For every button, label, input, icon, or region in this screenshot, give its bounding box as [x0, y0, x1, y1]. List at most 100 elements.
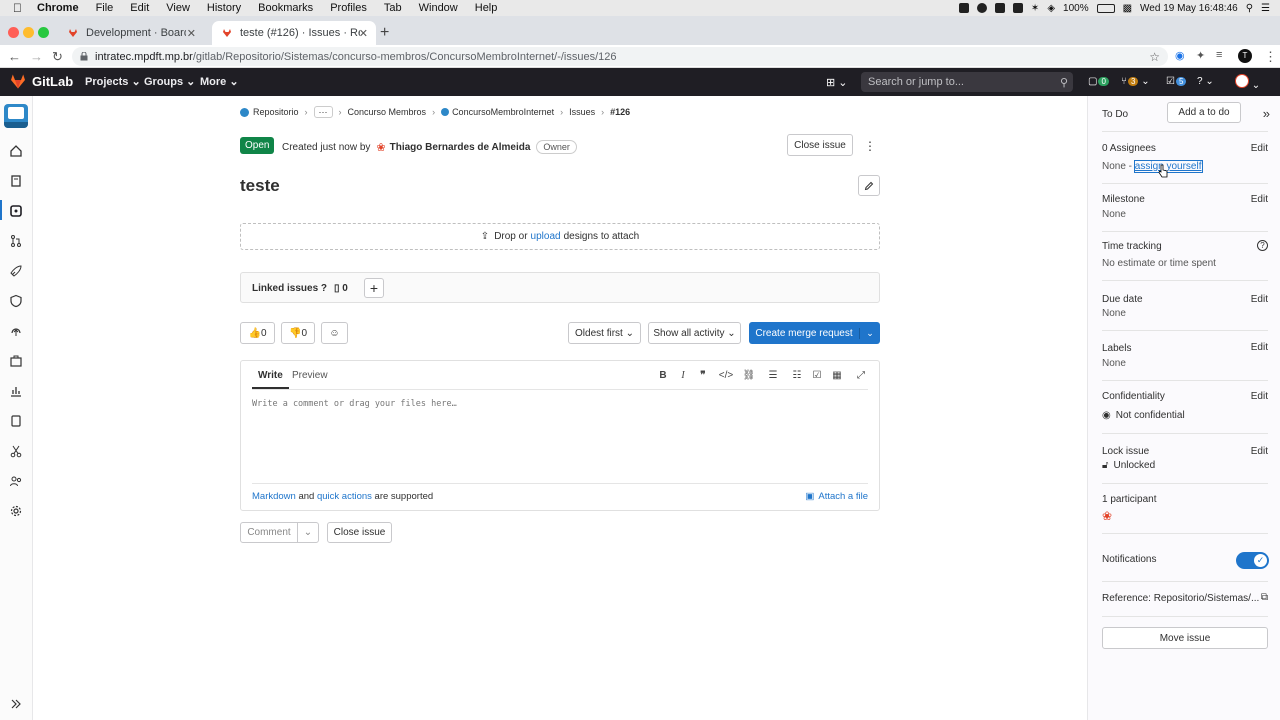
quick-actions-link[interactable]: quick actions — [317, 491, 372, 502]
code-icon[interactable]: </> — [713, 370, 739, 381]
more-actions-icon[interactable]: ⋮ — [864, 139, 876, 153]
settings-gear-icon[interactable] — [9, 504, 23, 518]
security-shield-icon[interactable] — [9, 294, 23, 308]
fullscreen-icon[interactable]: ⤢ — [847, 370, 875, 381]
quote-icon[interactable]: ❞ — [693, 370, 713, 381]
gitlab-home-link[interactable]: GitLab — [10, 74, 73, 89]
add-reaction-button[interactable]: ☺ — [321, 322, 348, 344]
participant-avatar[interactable]: ❀ — [1102, 509, 1112, 523]
ci-cd-rocket-icon[interactable] — [9, 264, 23, 278]
close-tab-icon[interactable]: ✕ — [359, 27, 368, 40]
edit-due-date[interactable]: Edit — [1251, 294, 1268, 305]
forward-icon[interactable]: → — [30, 49, 43, 64]
menu-tab[interactable]: Tab — [384, 2, 402, 14]
chrome-menu-icon[interactable]: ⋮ — [1264, 49, 1277, 65]
profile-avatar[interactable]: T — [1238, 49, 1252, 63]
project-home-icon[interactable] — [9, 144, 23, 158]
edit-assignees[interactable]: Edit — [1251, 143, 1268, 154]
menu-history[interactable]: History — [207, 2, 241, 14]
tab-write[interactable]: Write — [252, 370, 289, 389]
move-issue-button[interactable]: Move issue — [1102, 627, 1268, 649]
minimize-window-button[interactable] — [23, 27, 34, 38]
reading-list-icon[interactable]: ≡ — [1216, 49, 1222, 61]
issues-icon[interactable] — [9, 204, 23, 218]
extension-icon[interactable]: ◉ — [1175, 49, 1185, 62]
address-bar[interactable]: intratec.mpdft.mp.br/gitlab/Repositorio/… — [72, 47, 1168, 66]
browser-tab-issue[interactable]: teste (#126) · Issues · Reposito ✕ — [212, 21, 376, 45]
close-issue-bottom-button[interactable]: Close issue — [327, 522, 392, 543]
activity-filter-dropdown[interactable]: Show all activity ⌄ — [648, 322, 741, 344]
clock[interactable]: Wed 19 May 16:48:46 — [1140, 3, 1238, 14]
create-mr-label[interactable]: Create merge request — [749, 327, 860, 339]
puzzle-icon[interactable]: ✦ — [1196, 49, 1205, 62]
add-linked-issue-button[interactable]: + — [364, 278, 384, 298]
copy-icon[interactable]: ⧉ — [1261, 592, 1268, 603]
apple-icon[interactable]:  — [13, 1, 25, 15]
close-issue-button[interactable]: Close issue — [787, 134, 853, 156]
create-merge-request-button[interactable]: Create merge request ⌄ — [749, 322, 880, 344]
repository-icon[interactable] — [9, 174, 23, 188]
back-icon[interactable]: ← — [8, 49, 21, 64]
edit-milestone[interactable]: Edit — [1251, 194, 1268, 205]
comment-textarea[interactable]: Write a comment or drag your files here… — [252, 399, 457, 409]
upload-link[interactable]: upload — [531, 231, 561, 242]
edit-labels[interactable]: Edit — [1251, 342, 1268, 353]
expand-sidebar-icon[interactable] — [9, 697, 23, 711]
thumbs-up-button[interactable]: 👍 0 — [240, 322, 275, 344]
menu-edit[interactable]: Edit — [130, 2, 149, 14]
question-circle-icon[interactable]: ? — [1257, 240, 1268, 251]
italic-icon[interactable]: I — [673, 370, 693, 381]
comment-button[interactable]: Comment — [240, 522, 298, 543]
close-window-button[interactable] — [8, 27, 19, 38]
comment-type-dropdown[interactable]: ⌄ — [297, 522, 319, 543]
packages-icon[interactable] — [9, 354, 23, 368]
notifications-toggle[interactable]: ✓ — [1236, 552, 1269, 569]
menu-bookmarks[interactable]: Bookmarks — [258, 2, 313, 14]
control-center-icon[interactable]: ☰ — [1261, 3, 1270, 14]
help-icon[interactable]: ? ⌄ — [1197, 76, 1214, 87]
breadcrumb-expand[interactable]: ··· — [313, 106, 333, 118]
create-new-icon[interactable]: ⊞ ⌄ — [826, 76, 848, 89]
project-avatar[interactable] — [4, 104, 28, 128]
more-menu[interactable]: More ⌄ — [200, 75, 239, 88]
attach-file-button[interactable]: ▣ Attach a file — [805, 491, 868, 502]
merge-requests-icon[interactable] — [9, 234, 23, 248]
projects-menu[interactable]: Projects ⌄ — [85, 75, 141, 88]
snippets-icon[interactable] — [9, 444, 23, 458]
tab-preview[interactable]: Preview — [292, 370, 328, 381]
markdown-link[interactable]: Markdown — [252, 491, 296, 502]
wifi-icon[interactable]: ◈ — [1047, 3, 1055, 14]
menu-extra-icon[interactable] — [1012, 3, 1023, 13]
spotlight-icon[interactable]: ⚲ — [1246, 3, 1253, 14]
bold-icon[interactable]: B — [653, 370, 673, 381]
task-list-icon[interactable]: ☑ — [807, 370, 827, 381]
zoom-window-button[interactable] — [38, 27, 49, 38]
reload-icon[interactable]: ↻ — [52, 49, 63, 65]
menu-view[interactable]: View — [166, 2, 190, 14]
deployments-icon[interactable] — [9, 324, 23, 338]
edit-title-button[interactable] — [858, 175, 880, 196]
menu-file[interactable]: File — [96, 2, 114, 14]
breadcrumb-current[interactable]: #126 — [610, 107, 630, 117]
bookmark-star-icon[interactable]: ☆ — [1149, 50, 1160, 64]
analytics-icon[interactable] — [9, 384, 23, 398]
menu-window[interactable]: Window — [419, 2, 458, 14]
user-avatar-menu[interactable]: ⌄ — [1235, 74, 1260, 91]
author-name[interactable]: Thiago Bernardes de Almeida — [390, 142, 531, 153]
edit-confidentiality[interactable]: Edit — [1251, 391, 1268, 402]
merge-requests-nav-icon[interactable]: ⑂ 3 ⌄ — [1121, 76, 1150, 87]
design-dropzone[interactable]: ⇪ Drop or upload designs to attach — [240, 223, 880, 250]
search-input[interactable]: Search or jump to... ⚲ — [861, 72, 1073, 92]
sort-dropdown[interactable]: Oldest first ⌄ — [568, 322, 641, 344]
menu-profiles[interactable]: Profiles — [330, 2, 367, 14]
menu-chrome[interactable]: Chrome — [37, 2, 79, 14]
numbered-list-icon[interactable]: ☷ — [787, 370, 807, 381]
switcher-icon[interactable]: ▩ — [1123, 3, 1132, 14]
collapse-sidebar-icon[interactable]: » — [1263, 106, 1270, 121]
todos-nav-icon[interactable]: ☑ 5 — [1166, 76, 1187, 87]
groups-menu[interactable]: Groups ⌄ — [144, 75, 195, 88]
close-tab-icon[interactable]: ✕ — [187, 27, 196, 40]
menu-help[interactable]: Help — [475, 2, 498, 14]
wiki-icon[interactable] — [9, 414, 23, 428]
add-todo-button[interactable]: Add a to do — [1167, 102, 1241, 123]
